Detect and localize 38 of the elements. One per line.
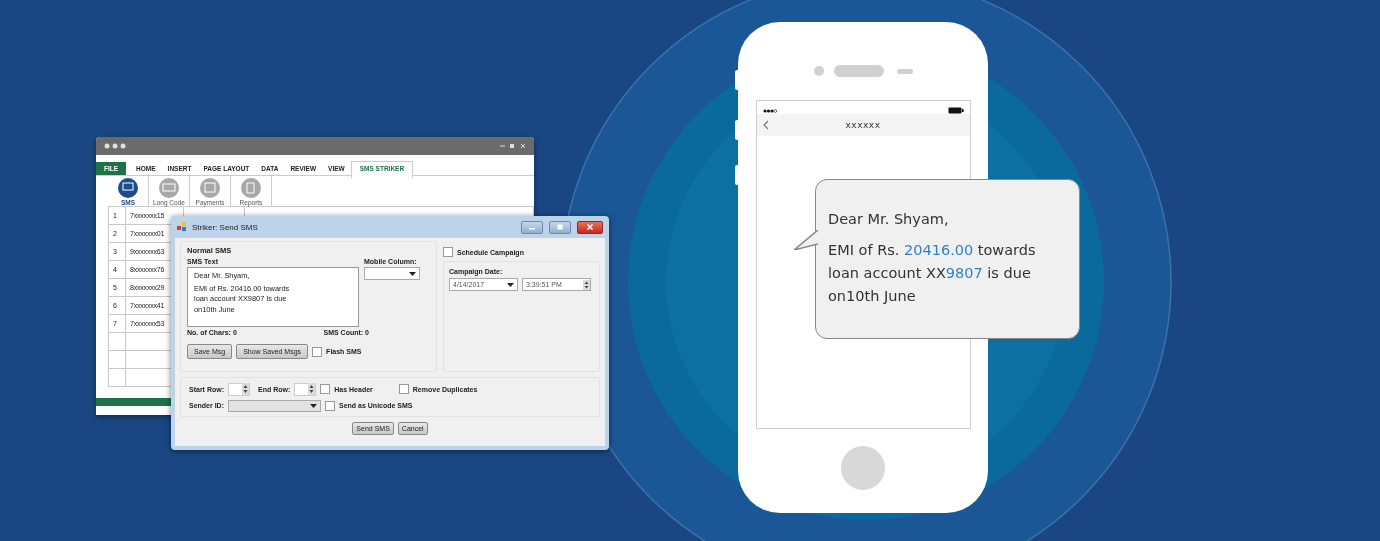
close-icon — [586, 223, 594, 231]
window-dots-icon — [104, 143, 126, 149]
checkbox[interactable] — [325, 400, 335, 411]
dialog-title: Striker: Send SMS — [192, 222, 258, 232]
caret-icon — [409, 271, 416, 276]
ribbon-icon — [199, 177, 221, 199]
back-icon — [762, 120, 769, 130]
maximize-icon — [556, 223, 564, 231]
checkbox[interactable] — [312, 346, 323, 357]
contact-name: xxxxxx — [844, 120, 882, 130]
dropdown-field[interactable] — [228, 399, 321, 412]
camera-dot — [813, 66, 824, 76]
message-text: EMI of Rs. 20416.00 towards loan account XX9807 is due on10th June — [828, 241, 1037, 306]
sensor-slot — [896, 68, 913, 74]
app-logo-icon — [177, 222, 187, 232]
caret-icon — [507, 282, 514, 287]
speaker-slot — [833, 65, 884, 77]
spinner-icon — [583, 279, 590, 290]
checkbox[interactable] — [443, 247, 453, 257]
checkbox[interactable] — [398, 384, 409, 394]
close-button[interactable] — [577, 220, 603, 234]
caret-icon — [310, 403, 317, 408]
maximize-button[interactable] — [549, 220, 571, 234]
message-text: Dear Mr. Shyam, — [828, 210, 950, 229]
window-controls-icon — [500, 143, 526, 149]
number-field[interactable] — [228, 382, 250, 396]
battery-icon — [947, 107, 964, 114]
dropdown-field[interactable] — [364, 267, 420, 280]
spinner-icon — [308, 383, 316, 395]
ribbon-icon — [158, 177, 180, 199]
number-field[interactable] — [294, 382, 317, 396]
ribbon-icon — [240, 177, 262, 199]
minimize-button[interactable] — [521, 220, 543, 234]
spinner-icon — [242, 383, 249, 395]
checkbox[interactable] — [320, 384, 331, 394]
signal-icon — [762, 108, 777, 113]
home-button[interactable] — [841, 446, 885, 490]
ribbon-icon — [117, 177, 139, 199]
